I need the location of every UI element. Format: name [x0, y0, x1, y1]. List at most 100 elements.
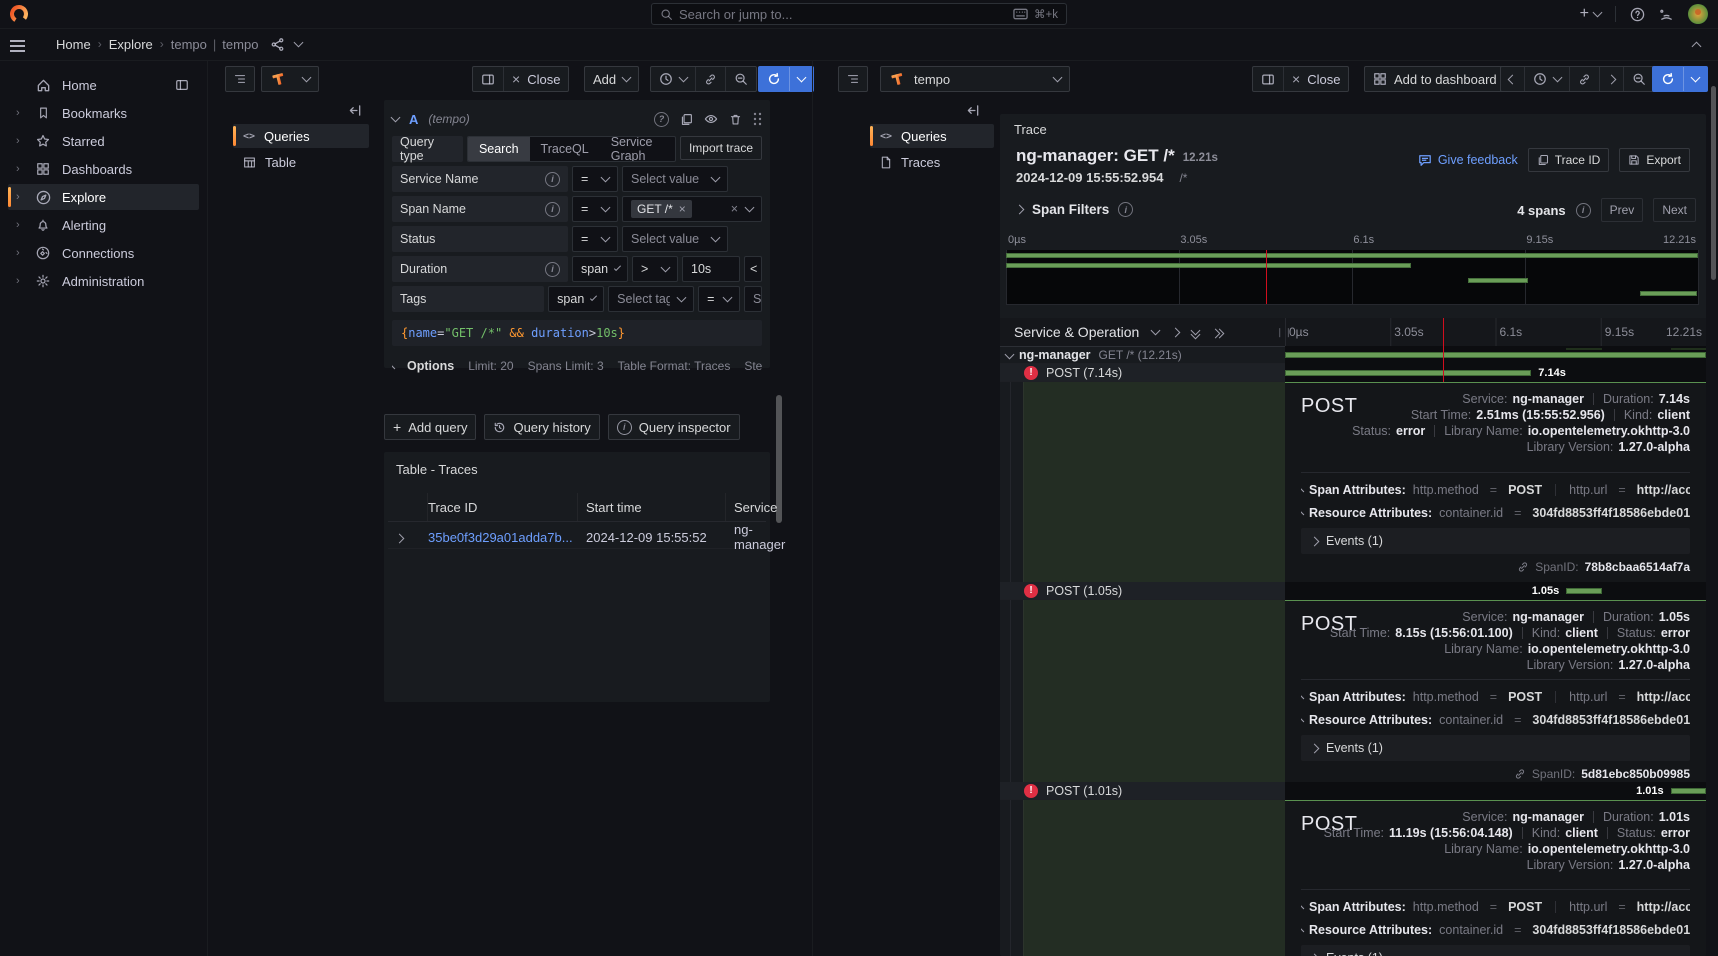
- span-filters-label[interactable]: Span Filters: [1032, 202, 1109, 217]
- left-collapse-sidebar-icon[interactable]: [348, 104, 363, 117]
- span-bar[interactable]: [1671, 788, 1706, 794]
- col-start-time[interactable]: Start time: [578, 493, 726, 521]
- right-split-button[interactable]: [1253, 67, 1284, 91]
- span-filters-caret[interactable]: [1015, 205, 1025, 215]
- right-zoom-out-icon[interactable]: [1624, 67, 1654, 91]
- status-operator[interactable]: =: [572, 226, 618, 252]
- span-attributes-row[interactable]: Span Attributes:http.method=POSThttp.url…: [1301, 685, 1690, 708]
- left-nav-table[interactable]: Table: [233, 150, 369, 174]
- tab-service-graph[interactable]: Service Graph: [600, 137, 675, 161]
- collapse-one-icon[interactable]: [1151, 326, 1161, 336]
- new-button[interactable]: +: [1580, 5, 1601, 23]
- left-split-button[interactable]: [473, 67, 504, 91]
- tags-value-select[interactable]: Select value: [744, 286, 762, 312]
- give-feedback-link[interactable]: Give feedback: [1418, 153, 1518, 167]
- root-span-bar[interactable]: [1285, 352, 1706, 358]
- span-bar[interactable]: [1285, 370, 1531, 376]
- span-row-root[interactable]: ng-manager GET /* (12.21s): [1000, 346, 1706, 364]
- resource-attributes-row[interactable]: Resource Attributes:container.id=304fd88…: [1301, 501, 1690, 524]
- dock-menu-icon[interactable]: [175, 78, 189, 92]
- tab-search[interactable]: Search: [468, 137, 530, 161]
- query-collapse-caret[interactable]: [391, 113, 401, 123]
- breadcrumb-left-datasource[interactable]: tempo: [171, 37, 207, 52]
- left-datasource-picker[interactable]: [261, 66, 319, 92]
- query-history-button[interactable]: Query history: [484, 414, 599, 440]
- events-row[interactable]: Events (1): [1301, 735, 1690, 761]
- minimap-canvas[interactable]: [1006, 250, 1699, 305]
- run-query-caret[interactable]: [1684, 67, 1707, 91]
- tab-traceql[interactable]: TraceQL: [530, 137, 600, 161]
- query-inspector-button[interactable]: iQuery inspector: [608, 414, 740, 440]
- expand-all-icon[interactable]: [1212, 325, 1223, 340]
- pane-divider[interactable]: [812, 60, 813, 956]
- trace-id-button[interactable]: Trace ID: [1528, 148, 1610, 172]
- span-name-chip[interactable]: GET /*×: [631, 200, 692, 218]
- resource-attributes-row[interactable]: Resource Attributes:container.id=304fd88…: [1301, 708, 1690, 731]
- col-trace-id[interactable]: Trace ID: [428, 493, 578, 521]
- breadcrumb-right-datasource[interactable]: tempo: [222, 37, 258, 52]
- chip-remove-icon[interactable]: ×: [679, 202, 686, 216]
- global-search[interactable]: Search or jump to... ⌘+k: [651, 3, 1067, 25]
- clear-value-icon[interactable]: ×: [731, 202, 738, 216]
- duration-scope-select[interactable]: span: [572, 256, 628, 282]
- right-collapse-sidebar-icon[interactable]: [966, 104, 981, 117]
- collapse-toolbar-button[interactable]: [1693, 38, 1700, 53]
- trace-id-link[interactable]: 35be0f3d29a01adda7b...: [428, 530, 578, 545]
- right-time-picker[interactable]: [1525, 67, 1570, 91]
- span-attributes-row[interactable]: Span Attributes:http.method=POSThttp.url…: [1301, 895, 1690, 918]
- left-outline-button[interactable]: [225, 66, 255, 92]
- refresh-icon[interactable]: [759, 67, 790, 91]
- col-service[interactable]: Service: [726, 493, 777, 521]
- remove-query-icon[interactable]: [729, 113, 742, 126]
- tags-operator[interactable]: =: [698, 286, 740, 312]
- breadcrumb-caret-icon[interactable]: [294, 38, 304, 48]
- news-icon[interactable]: [1659, 7, 1674, 22]
- next-span-button[interactable]: Next: [1653, 198, 1696, 222]
- collapse-all-icon[interactable]: [1192, 327, 1199, 338]
- right-outline-button[interactable]: [838, 66, 868, 92]
- row-expander-icon[interactable]: [396, 530, 428, 545]
- right-permalink-icon[interactable]: [1570, 67, 1600, 91]
- right-close-button[interactable]: ×Close: [1284, 67, 1348, 91]
- left-permalink-icon[interactable]: [696, 67, 726, 91]
- options-row[interactable]: Options Limit: 20 Spans Limit: 3 Table F…: [392, 354, 762, 378]
- duration-max-operator[interactable]: <: [744, 256, 762, 282]
- query-ref-id[interactable]: A: [409, 112, 418, 127]
- right-nav-traces[interactable]: Traces: [870, 150, 994, 174]
- breadcrumb-home[interactable]: Home: [56, 37, 91, 52]
- sidebar-item-administration[interactable]: › Administration: [8, 268, 199, 294]
- import-trace-button[interactable]: Import trace: [680, 136, 762, 160]
- sidebar-item-starred[interactable]: › Starred: [8, 128, 199, 154]
- sidebar-item-home[interactable]: Home: [8, 72, 199, 98]
- span-row-post-3[interactable]: ! POST (1.01s) 1.01s: [1000, 782, 1706, 800]
- export-button[interactable]: Export: [1619, 148, 1690, 172]
- share-icon[interactable]: [270, 37, 285, 52]
- drag-handle-icon[interactable]: [753, 112, 762, 126]
- add-to-dashboard-button[interactable]: Add to dashboard: [1364, 66, 1506, 92]
- resource-attributes-row[interactable]: Resource Attributes:container.id=304fd88…: [1301, 918, 1690, 941]
- query-help-icon[interactable]: ?: [654, 112, 669, 127]
- prev-span-button[interactable]: Prev: [1601, 198, 1644, 222]
- left-nav-queries[interactable]: <> Queries: [233, 124, 369, 148]
- time-shift-back-icon[interactable]: [1501, 67, 1525, 91]
- left-time-picker[interactable]: [651, 67, 696, 91]
- page-scrollbar[interactable]: [1711, 86, 1716, 280]
- span-name-operator[interactable]: =: [572, 196, 618, 222]
- span-name-value-select[interactable]: GET /*× ×: [622, 196, 762, 222]
- sidebar-item-explore[interactable]: › Explore: [8, 184, 199, 210]
- events-row[interactable]: Events (1): [1301, 528, 1690, 554]
- right-datasource-picker[interactable]: tempo: [880, 66, 1070, 92]
- status-value-select[interactable]: Select value: [622, 226, 728, 252]
- span-row-post-2[interactable]: ! POST (1.05s) 1.05s: [1000, 582, 1706, 600]
- tags-tag-select[interactable]: Select tag: [608, 286, 694, 312]
- refresh-icon[interactable]: [1653, 67, 1684, 91]
- grafana-logo[interactable]: [9, 4, 29, 24]
- events-row[interactable]: Events (1): [1301, 945, 1690, 956]
- right-nav-queries[interactable]: <> Queries: [870, 124, 994, 148]
- link-icon[interactable]: [1514, 768, 1526, 780]
- span-row-post-1[interactable]: ! POST (7.14s) 7.14s: [1000, 364, 1706, 382]
- duration-operator[interactable]: >: [632, 256, 678, 282]
- service-name-value-select[interactable]: Select value: [622, 166, 728, 192]
- trace-minimap[interactable]: 0µs 3.05s 6.1s 9.15s 12.21s: [1006, 234, 1698, 306]
- breadcrumb-explore[interactable]: Explore: [109, 37, 153, 52]
